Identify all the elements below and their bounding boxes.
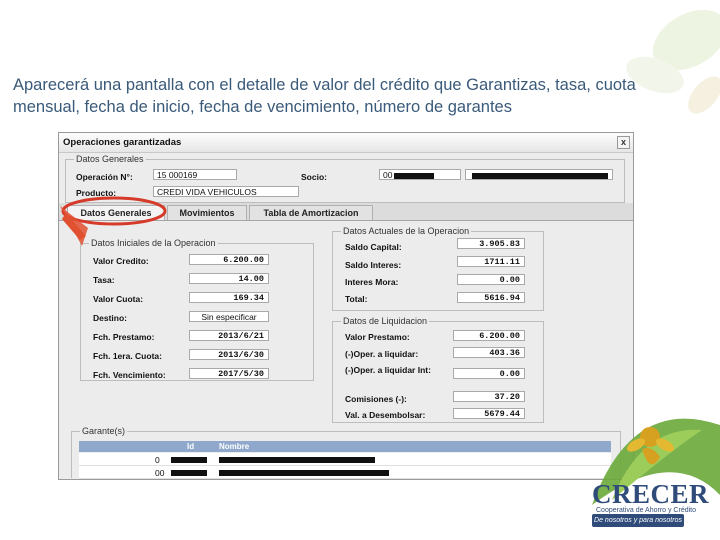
close-button[interactable]: x [617, 136, 630, 149]
garante-id: 00 [155, 468, 165, 478]
saldo-capital-label: Saldo Capital: [345, 242, 402, 252]
total-label: Total: [345, 294, 368, 304]
oper-liquidar-label: (-)Oper. a liquidar: [345, 349, 419, 359]
tab-datos-generales[interactable]: Datos Generales [67, 205, 165, 220]
destino-field[interactable]: Sin especificar [189, 311, 269, 322]
liquidacion-legend: Datos de Liquidacion [341, 315, 430, 327]
table-row[interactable]: 0 [79, 453, 611, 466]
oper-liquidar-int-field[interactable]: 0.00 [453, 368, 525, 379]
valor-cuota-label: Valor Cuota: [93, 294, 144, 304]
crecer-subtitle: Cooperativa de Ahorro y Crédito [596, 507, 696, 514]
operacion-field[interactable]: 15 000169 [153, 169, 237, 180]
crecer-tagline: De nosotros y para nosotros [592, 514, 684, 527]
comisiones-field[interactable]: 37.20 [453, 391, 525, 402]
socio-code-field[interactable]: 00 [379, 169, 461, 180]
tab-movimientos[interactable]: Movimientos [167, 205, 247, 220]
garante-id: 0 [155, 455, 160, 465]
valor-credito-field[interactable]: 6.200.00 [189, 254, 269, 265]
valor-prestamo-label: Valor Prestamo: [345, 332, 410, 342]
redacted-block [171, 457, 207, 463]
oper-liquidar-field[interactable]: 403.36 [453, 347, 525, 358]
saldo-capital-field[interactable]: 3.905.83 [457, 238, 525, 249]
liquidacion-group: Datos de Liquidacion Valor Prestamo: 6.2… [332, 315, 544, 423]
tab-strip: Datos Generales Movimientos Tabla de Amo… [59, 203, 633, 221]
operacion-label: Operación N°: [76, 172, 133, 182]
actuales-legend: Datos Actuales de la Operacion [341, 225, 472, 237]
val-desembolsar-label: Val. a Desembolsar: [345, 410, 426, 420]
crecer-logo-text: CRECER [592, 479, 710, 509]
tasa-label: Tasa: [93, 275, 115, 285]
iniciales-group: Datos Iniciales de la Operacion Valor Cr… [80, 237, 314, 381]
fch-primera-cuota-field[interactable]: 2013/6/30 [189, 349, 269, 360]
producto-label: Producto: [76, 188, 117, 198]
tasa-field[interactable]: 14.00 [189, 273, 269, 284]
socio-code-value: 00 [383, 170, 393, 180]
interes-mora-field[interactable]: 0.00 [457, 274, 525, 285]
garantes-legend: Garante(s) [80, 425, 128, 437]
tab-tabla-amortizacion[interactable]: Tabla de Amortizacion [249, 205, 373, 220]
window-titlebar: Operaciones garantizadas x [59, 133, 633, 153]
socio-label: Socio: [301, 172, 327, 182]
datos-generales-group: Datos Generales Operación N°: 15 000169 … [65, 153, 625, 203]
redacted-block [219, 457, 375, 463]
val-desembolsar-field[interactable]: 5679.44 [453, 408, 525, 419]
comisiones-label: Comisiones (-): [345, 394, 407, 404]
redacted-block [171, 470, 207, 476]
fch-prestamo-label: Fch. Prestamo: [93, 332, 155, 342]
redacted-block [394, 173, 434, 179]
interes-mora-label: Interes Mora: [345, 277, 399, 287]
window-title: Operaciones garantizadas [63, 137, 182, 148]
valor-credito-label: Valor Credito: [93, 256, 149, 266]
datos-generales-legend: Datos Generales [74, 153, 146, 165]
table-row[interactable]: 00 [79, 466, 611, 479]
redacted-block [472, 173, 608, 179]
slide-caption: Aparecerá una pantalla con el detalle de… [13, 76, 636, 116]
producto-field[interactable]: CREDI VIDA VEHICULOS [153, 186, 299, 197]
fch-vencimiento-field[interactable]: 2017/5/30 [189, 368, 269, 379]
valor-cuota-field[interactable]: 169.34 [189, 292, 269, 303]
datos-generales-panel: Datos Iniciales de la Operacion Valor Cr… [60, 221, 628, 423]
total-field[interactable]: 5616.94 [457, 292, 525, 303]
socio-name-field[interactable] [465, 169, 613, 180]
garantes-grid-header: Id Nombre [79, 441, 611, 452]
saldo-interes-field[interactable]: 1711.11 [457, 256, 525, 267]
iniciales-legend: Datos Iniciales de la Operacion [89, 237, 218, 249]
operaciones-window: Operaciones garantizadas x Datos General… [58, 132, 634, 480]
fch-prestamo-field[interactable]: 2013/6/21 [189, 330, 269, 341]
destino-label: Destino: [93, 313, 127, 323]
valor-prestamo-field[interactable]: 6.200.00 [453, 330, 525, 341]
fch-vencimiento-label: Fch. Vencimiento: [93, 370, 166, 380]
redacted-block [219, 470, 389, 476]
oper-liquidar-int-label: (-)Oper. a liquidar Int: [345, 365, 431, 375]
column-id[interactable]: Id [187, 441, 194, 452]
fch-primera-cuota-label: Fch. 1era. Cuota: [93, 351, 162, 361]
actuales-group: Datos Actuales de la Operacion Saldo Cap… [332, 225, 544, 311]
column-nombre[interactable]: Nombre [219, 441, 249, 452]
saldo-interes-label: Saldo Interes: [345, 260, 402, 270]
